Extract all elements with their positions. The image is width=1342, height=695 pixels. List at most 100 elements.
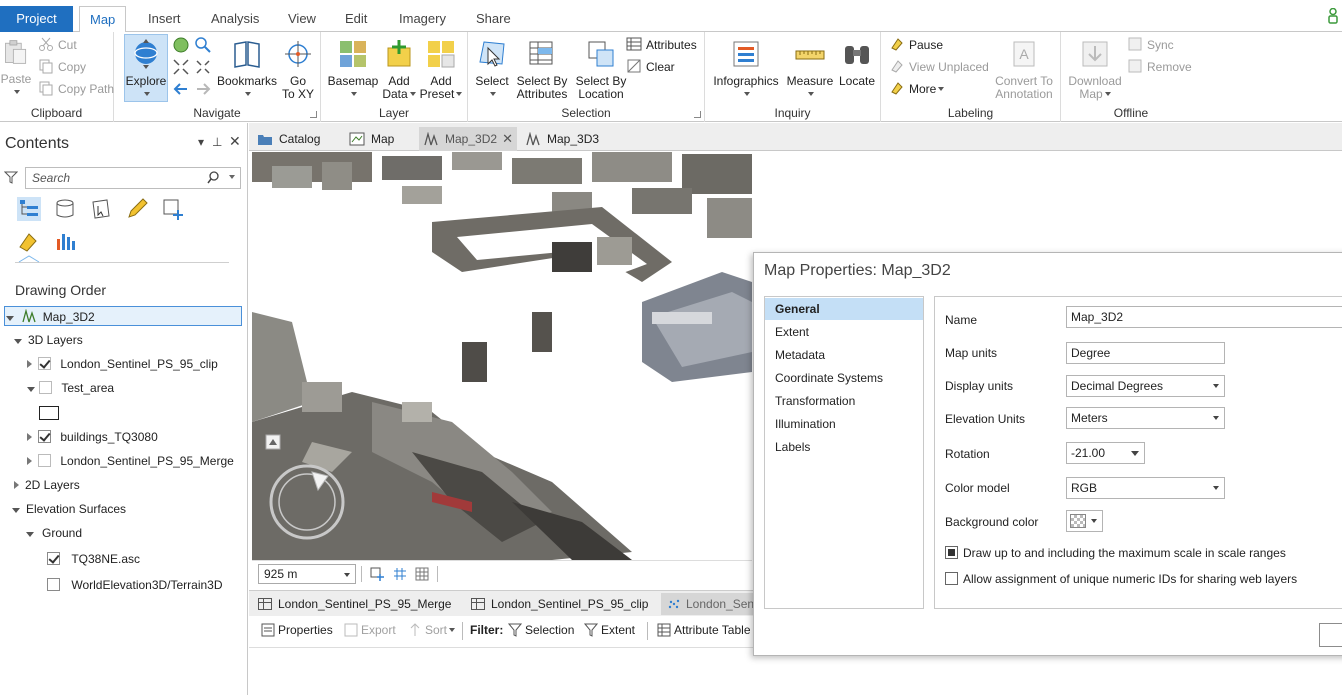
- nav-item-metadata[interactable]: Metadata: [765, 344, 923, 366]
- infographics-button[interactable]: Infographics: [711, 36, 781, 101]
- expander-down-icon[interactable]: [14, 339, 22, 344]
- basemap-button[interactable]: Basemap: [327, 36, 379, 101]
- tree-layer-sentinel-merge[interactable]: London_Sentinel_PS_95_Merge: [27, 451, 234, 471]
- fixed-zoom-out-icon[interactable]: [194, 58, 212, 76]
- tab-table-sentinel-active[interactable]: London_Sen: [661, 593, 754, 615]
- table-grid-icon[interactable]: [414, 566, 430, 582]
- sort-button[interactable]: Sort: [408, 623, 456, 637]
- locate-button[interactable]: Locate: [837, 36, 877, 88]
- close-icon[interactable]: ✕: [229, 133, 241, 150]
- snapping-icon[interactable]: [369, 566, 385, 582]
- attribute-table-button[interactable]: Attribute Table: [657, 623, 751, 637]
- allow-unique-ids-checkbox[interactable]: Allow assignment of unique numeric IDs f…: [945, 572, 1297, 586]
- dialog-launcher-icon[interactable]: [310, 111, 317, 118]
- copy-button[interactable]: Copy: [38, 57, 86, 77]
- tab-view[interactable]: View: [278, 6, 326, 32]
- expander-right-icon[interactable]: [14, 481, 19, 489]
- tree-3d-layers-node[interactable]: 3D Layers: [14, 330, 83, 350]
- layer-visibility-checkbox[interactable]: [38, 357, 51, 370]
- pane-options-icon[interactable]: ▾: [198, 135, 204, 149]
- ok-button[interactable]: [1319, 623, 1342, 647]
- checkbox-unchecked[interactable]: [945, 572, 958, 585]
- layer-visibility-checkbox[interactable]: [39, 381, 52, 394]
- filter-selection-button[interactable]: Selection: [508, 623, 574, 637]
- copy-path-button[interactable]: Copy Path: [38, 79, 114, 99]
- pin-icon[interactable]: ⊥: [212, 135, 222, 149]
- select-by-location-button[interactable]: Select By Location: [572, 36, 630, 101]
- tab-map[interactable]: Map: [79, 6, 127, 33]
- tab-analysis[interactable]: Analysis: [201, 6, 269, 32]
- filter-extent-button[interactable]: Extent: [584, 623, 635, 637]
- paste-button[interactable]: Paste: [0, 34, 32, 99]
- tab-table-sentinel-merge[interactable]: London_Sentinel_PS_95_Merge: [258, 593, 451, 615]
- tree-layer-buildings[interactable]: buildings_TQ3080: [27, 427, 158, 447]
- attributes-button[interactable]: Attributes: [626, 35, 697, 55]
- remove-button[interactable]: Remove: [1127, 57, 1192, 77]
- list-by-snapping-icon[interactable]: [161, 197, 185, 221]
- measure-button[interactable]: Measure: [785, 36, 835, 101]
- fixed-zoom-in-icon[interactable]: [172, 58, 190, 76]
- properties-button[interactable]: Properties: [261, 623, 333, 637]
- select-by-attributes-button[interactable]: Select By Attributes: [514, 36, 570, 101]
- tab-map-3d3[interactable]: Map_3D3: [521, 127, 609, 151]
- previous-extent-icon[interactable]: [172, 80, 190, 98]
- nav-item-illumination[interactable]: Illumination: [765, 413, 923, 435]
- expander-down-icon[interactable]: [26, 532, 34, 537]
- explore-button[interactable]: Explore: [124, 36, 168, 101]
- tab-share[interactable]: Share: [466, 6, 521, 32]
- tab-map-3d2[interactable]: Map_3D2 ✕: [419, 127, 517, 151]
- tree-layer-test-area[interactable]: Test_area: [27, 378, 114, 398]
- chevron-down-icon[interactable]: [344, 573, 350, 577]
- list-by-selection-icon[interactable]: [89, 197, 113, 221]
- nav-item-coordinate-systems[interactable]: Coordinate Systems: [765, 367, 923, 389]
- tree-map-node[interactable]: Map_3D2: [4, 306, 242, 326]
- expander-down-icon[interactable]: [12, 508, 20, 513]
- layer-visibility-checkbox[interactable]: [38, 430, 51, 443]
- nav-item-extent[interactable]: Extent: [765, 321, 923, 343]
- more-labeling-button[interactable]: More: [889, 79, 945, 99]
- tree-surface-world-elevation[interactable]: WorldElevation3D/Terrain3D: [47, 575, 223, 595]
- tree-surface-tq38ne[interactable]: TQ38NE.asc: [47, 549, 140, 569]
- expander-right-icon[interactable]: [27, 457, 32, 465]
- full-extent-icon[interactable]: [172, 36, 190, 54]
- cut-button[interactable]: Cut: [38, 35, 77, 55]
- bookmarks-button[interactable]: Bookmarks: [216, 36, 278, 101]
- tab-insert[interactable]: Insert: [138, 6, 191, 32]
- list-by-editing-icon[interactable]: [125, 197, 149, 221]
- scene-view[interactable]: [252, 152, 752, 560]
- grid-snap-icon[interactable]: [392, 566, 408, 582]
- expander-right-icon[interactable]: [27, 360, 32, 368]
- list-by-drawing-order-icon[interactable]: [17, 197, 41, 221]
- view-unplaced-button[interactable]: View Unplaced: [889, 57, 989, 77]
- convert-to-annotation-button[interactable]: A Convert To Annotation: [991, 36, 1057, 101]
- 3d-buildings-rendering[interactable]: [252, 152, 752, 560]
- list-by-data-source-icon[interactable]: [53, 197, 77, 221]
- scale-selector[interactable]: 925 m: [258, 564, 356, 584]
- rotation-combobox[interactable]: -21.00: [1066, 442, 1145, 464]
- tab-edit[interactable]: Edit: [335, 6, 377, 32]
- elevation-units-dropdown[interactable]: Meters: [1066, 407, 1225, 429]
- color-model-dropdown[interactable]: RGB: [1066, 477, 1225, 499]
- dialog-launcher-icon[interactable]: [694, 111, 701, 118]
- tab-catalog[interactable]: Catalog: [253, 127, 341, 151]
- tab-project[interactable]: Project: [0, 6, 73, 32]
- search-input[interactable]: Search: [25, 167, 241, 189]
- tree-ground-node[interactable]: Ground: [26, 523, 82, 543]
- chevron-down-icon[interactable]: [229, 175, 235, 179]
- map-name-input[interactable]: Map_3D2: [1066, 306, 1342, 328]
- filter-icon[interactable]: [4, 170, 18, 184]
- tree-elevation-surfaces-node[interactable]: Elevation Surfaces: [12, 499, 126, 519]
- zoom-to-selection-icon[interactable]: [194, 36, 212, 54]
- tab-map-view[interactable]: Map: [345, 127, 415, 151]
- draw-up-to-max-scale-checkbox[interactable]: Draw up to and including the maximum sca…: [945, 546, 1286, 560]
- background-color-picker[interactable]: [1066, 510, 1103, 532]
- nav-item-general[interactable]: General: [765, 298, 923, 320]
- sync-button[interactable]: Sync: [1127, 35, 1174, 55]
- download-map-button[interactable]: Download Map: [1067, 36, 1123, 101]
- export-button[interactable]: Export: [344, 623, 396, 637]
- user-icon[interactable]: [1328, 8, 1338, 24]
- surface-visibility-checkbox[interactable]: [47, 578, 60, 591]
- checkbox-checked[interactable]: [945, 546, 958, 559]
- polygon-symbol-swatch[interactable]: [39, 406, 59, 420]
- expander-right-icon[interactable]: [27, 433, 32, 441]
